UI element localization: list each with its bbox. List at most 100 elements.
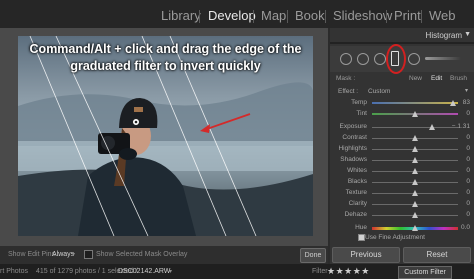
slider-value[interactable]: 0.0: [461, 224, 470, 231]
module-print[interactable]: Print: [394, 8, 421, 23]
module-separator: [421, 10, 422, 23]
mask-row: Mask : New Edit Brush: [330, 72, 474, 84]
slider-value[interactable]: − 1.31: [452, 123, 470, 130]
histogram-header[interactable]: Histogram ▼: [330, 28, 474, 42]
slider-label: Whites: [347, 167, 367, 174]
star-rating-filter[interactable]: ★★★★★: [327, 266, 370, 277]
slider-label: Dehaze: [344, 211, 367, 218]
slider-thumb[interactable]: [412, 225, 418, 231]
slider-tint[interactable]: Tint 0: [330, 109, 474, 119]
slider-label: Tint: [356, 110, 367, 117]
slider-value[interactable]: 83: [463, 99, 470, 106]
slider-contrast[interactable]: Contrast 0: [330, 133, 474, 143]
mask-overlay-checkbox[interactable]: [84, 250, 93, 259]
slider-value[interactable]: 0: [466, 145, 470, 152]
module-map[interactable]: Map: [261, 8, 286, 23]
slider-thumb[interactable]: [412, 157, 418, 163]
module-separator: [253, 10, 254, 23]
slider-highlights[interactable]: Highlights 0: [330, 144, 474, 154]
slider-label: Blacks: [347, 178, 367, 185]
module-separator: [325, 10, 326, 23]
show-edit-pins-select[interactable]: Always: [52, 251, 74, 258]
chevron-down-icon[interactable]: ▾: [169, 268, 172, 275]
reset-button[interactable]: Reset: [403, 247, 471, 263]
mask-overlay-label: Show Selected Mask Overlay: [96, 251, 188, 258]
slider-value[interactable]: 0: [466, 211, 470, 218]
custom-filter-select[interactable]: Custom Filter: [398, 266, 452, 279]
slider-thumb[interactable]: [412, 179, 418, 185]
slider-value[interactable]: 0: [466, 200, 470, 207]
slider-track[interactable]: [372, 127, 458, 128]
slider-clarity[interactable]: Clarity 0: [330, 199, 474, 209]
slider-value[interactable]: 0: [466, 134, 470, 141]
slider-value[interactable]: 0: [466, 110, 470, 117]
crop-tool-icon[interactable]: [340, 53, 352, 65]
effect-row: Effect : Custom ▾: [330, 86, 474, 96]
mask-brush-button[interactable]: Brush: [450, 75, 467, 82]
slider-value[interactable]: 0: [466, 178, 470, 185]
toolbar: Show Edit Pins : Always ▾ Show Selected …: [0, 246, 328, 264]
chevron-down-icon[interactable]: ▾: [72, 251, 75, 258]
image-canvas[interactable]: Command/Alt + click and drag the edge of…: [0, 28, 328, 246]
slider-value[interactable]: 0: [466, 189, 470, 196]
mask-new-button[interactable]: New: [409, 75, 422, 82]
module-separator: [199, 10, 200, 23]
module-book[interactable]: Book: [295, 8, 325, 23]
module-slideshow[interactable]: Slideshow: [333, 8, 392, 23]
slider-texture[interactable]: Texture 0: [330, 188, 474, 198]
highlight-circle-annotation: [386, 44, 406, 74]
slider-thumb[interactable]: [449, 100, 456, 106]
slider-hue[interactable]: Hue 0.0: [330, 223, 474, 233]
use-fine-adjustment-checkbox[interactable]: [358, 234, 365, 241]
tutorial-overlay-text: Command/Alt + click and drag the edge of…: [18, 41, 313, 75]
slider-label: Clarity: [348, 200, 367, 207]
source-label[interactable]: rt Photos: [0, 268, 28, 275]
slider-thumb[interactable]: [429, 124, 436, 130]
histogram-title: Histogram: [425, 31, 462, 40]
radial-filter-tool-icon[interactable]: [408, 53, 420, 65]
filmstrip-bar: rt Photos 415 of 1279 photos / 1 selecte…: [0, 264, 474, 279]
slider-label: Contrast: [342, 134, 367, 141]
slider-thumb[interactable]: [412, 212, 418, 218]
slider-track[interactable]: [372, 102, 458, 104]
slider-temp[interactable]: Temp 83: [330, 98, 474, 108]
spot-removal-tool-icon[interactable]: [357, 53, 369, 65]
slider-label: Hue: [355, 224, 367, 231]
slider-thumb[interactable]: [412, 168, 418, 174]
collapse-triangle-icon[interactable]: ▼: [464, 31, 471, 38]
histogram: [330, 42, 474, 44]
effect-label: Effect :: [338, 88, 359, 95]
slider-value[interactable]: 0: [466, 156, 470, 163]
slider-whites[interactable]: Whites 0: [330, 166, 474, 176]
filename: DSC02142.ARW: [118, 268, 171, 275]
slider-label: Exposure: [339, 123, 367, 130]
slider-shadows[interactable]: Shadows 0: [330, 155, 474, 165]
mask-edit-button[interactable]: Edit: [431, 75, 442, 82]
slider-thumb[interactable]: [412, 190, 418, 196]
slider-thumb[interactable]: [412, 111, 418, 117]
develop-right-panel: Histogram ▼ Mask : New Edit Brush Effect…: [330, 28, 474, 264]
slider-label: Texture: [345, 189, 367, 196]
module-library[interactable]: Library: [161, 8, 201, 23]
slider-dehaze[interactable]: Dehaze 0: [330, 210, 474, 220]
slider-label: Shadows: [340, 156, 367, 163]
use-fine-adjustment-label: Use Fine Adjustment: [365, 234, 425, 241]
slider-thumb[interactable]: [412, 201, 418, 207]
module-web[interactable]: Web: [429, 8, 456, 23]
chevron-down-icon[interactable]: ▾: [465, 87, 468, 94]
slider-thumb[interactable]: [412, 135, 418, 141]
slider-thumb[interactable]: [412, 146, 418, 152]
module-separator: [386, 10, 387, 23]
slider-exposure[interactable]: Exposure − 1.31: [330, 122, 474, 132]
module-separator: [287, 10, 288, 23]
previous-button[interactable]: Previous: [332, 247, 400, 263]
slider-blacks[interactable]: Blacks 0: [330, 177, 474, 187]
effect-preset-select[interactable]: Custom: [368, 88, 390, 95]
mask-label: Mask :: [336, 75, 356, 82]
done-button[interactable]: Done: [300, 248, 326, 263]
module-develop[interactable]: Develop: [208, 8, 256, 23]
slider-value[interactable]: 0: [466, 167, 470, 174]
adjustment-brush-tool-icon[interactable]: [425, 57, 461, 60]
slider-label: Highlights: [338, 145, 367, 152]
red-eye-tool-icon[interactable]: [374, 53, 386, 65]
